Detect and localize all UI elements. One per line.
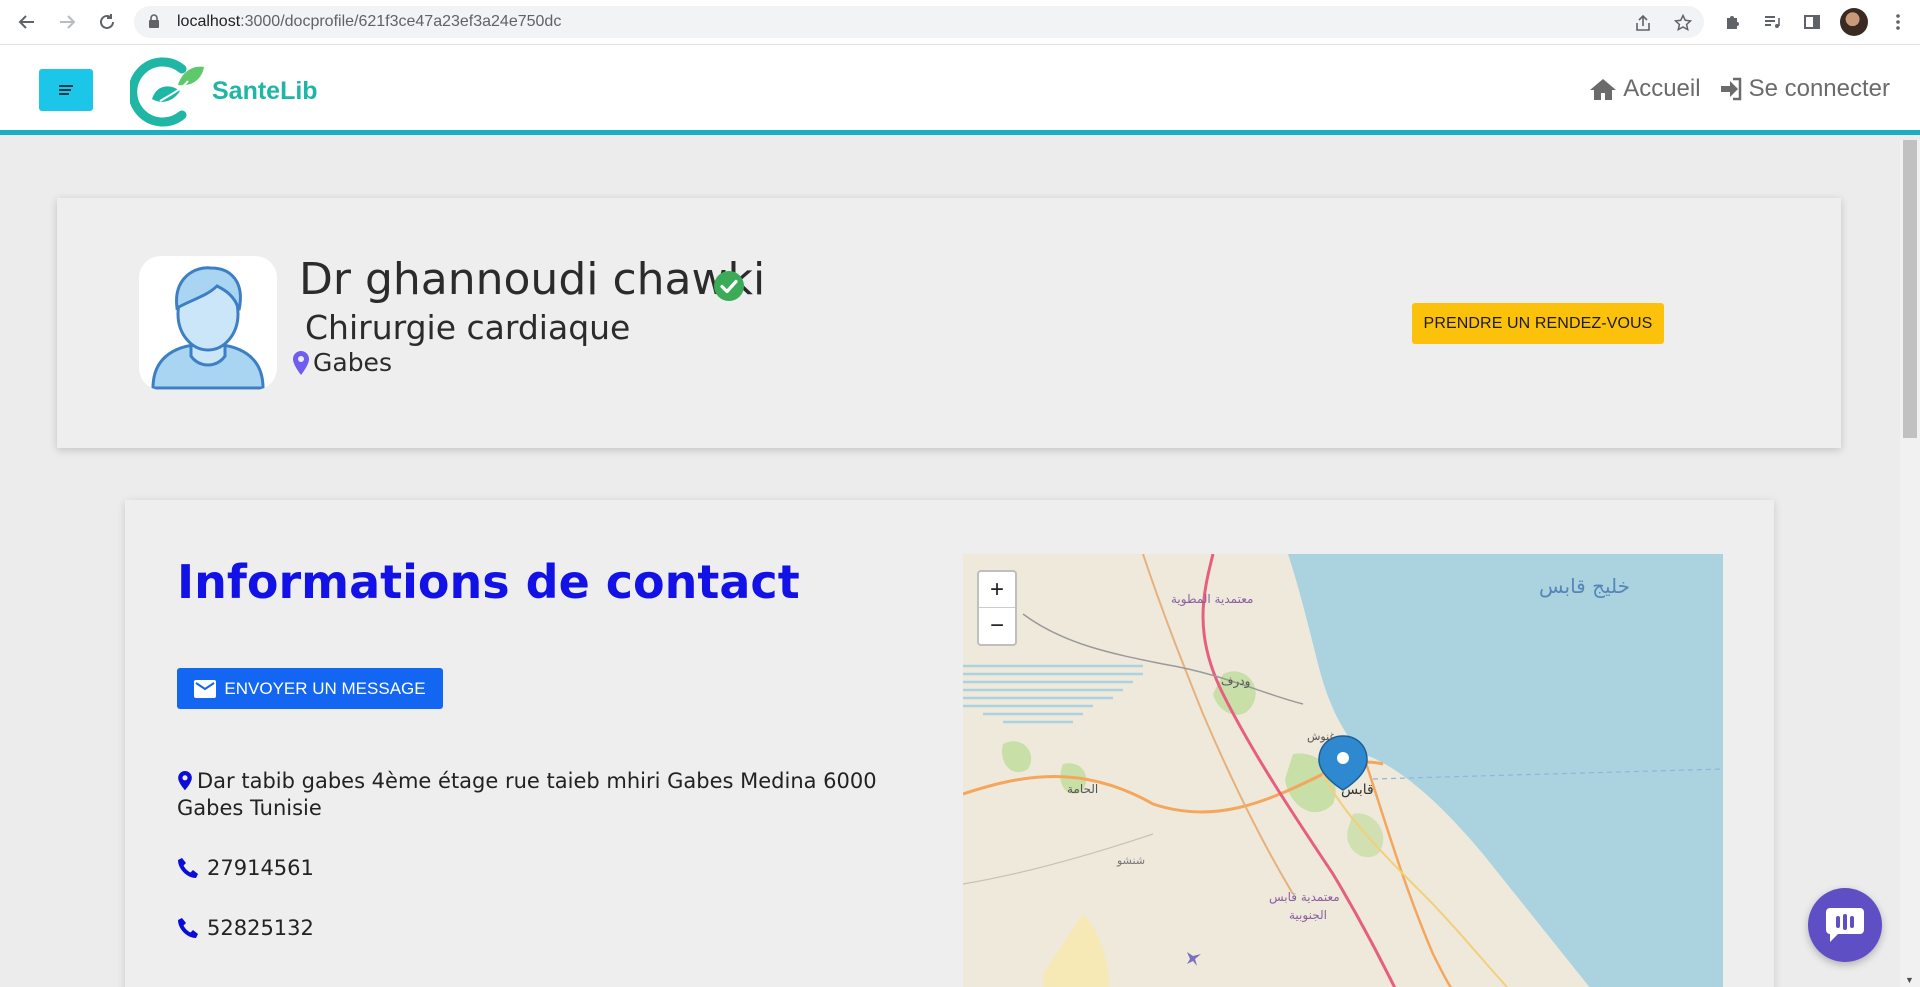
doctor-profile-card: Dr ghannoudi chawki Chirurgie cardiaque … bbox=[57, 198, 1841, 448]
media-icon[interactable] bbox=[1760, 10, 1784, 34]
location-map[interactable]: خليج قابس معتمدية المطوية ودرف غنوش قابس… bbox=[963, 554, 1723, 987]
doctor-name: Dr ghannoudi chawki bbox=[299, 254, 766, 305]
menu-icon bbox=[59, 83, 73, 97]
nav-accueil[interactable]: Accueil bbox=[1589, 75, 1701, 103]
address-bar[interactable]: localhost:3000/docprofile/621f3ce47a23ef… bbox=[134, 6, 1704, 38]
profile-avatar[interactable] bbox=[1840, 8, 1868, 36]
doctor-city: Gabes bbox=[293, 348, 392, 377]
contact-address: Dar tabib gabes 4ème étage rue taieb mhi… bbox=[177, 768, 897, 822]
nav-se-connecter-label: Se connecter bbox=[1748, 75, 1890, 102]
lock-icon bbox=[149, 14, 159, 28]
phone-line-2[interactable]: 52825132 bbox=[177, 916, 314, 940]
map-label-gabes: قابس bbox=[1341, 782, 1374, 798]
logo-text: SanteLib bbox=[212, 77, 318, 105]
contact-address-text: Dar tabib gabes 4ème étage rue taieb mhi… bbox=[177, 769, 877, 820]
share-icon[interactable] bbox=[1632, 12, 1654, 34]
home-icon bbox=[1590, 79, 1617, 100]
page-scrollbar[interactable]: ▼ bbox=[1900, 140, 1920, 987]
bookmark-star-icon[interactable] bbox=[1672, 12, 1694, 34]
verified-check-icon bbox=[714, 271, 744, 301]
more-icon[interactable] bbox=[1886, 10, 1910, 34]
menu-toggle-button[interactable] bbox=[39, 69, 93, 111]
doctor-avatar-icon bbox=[151, 266, 265, 390]
browser-toolbar: localhost:3000/docprofile/621f3ce47a23ef… bbox=[0, 0, 1920, 45]
phone-icon bbox=[178, 918, 198, 938]
scrollbar-thumb[interactable] bbox=[1903, 140, 1917, 438]
zoom-in-button[interactable]: + bbox=[979, 572, 1015, 608]
reload-icon[interactable] bbox=[94, 9, 120, 35]
santelib-logo-icon bbox=[130, 57, 204, 127]
map-label-hamma: الحامة bbox=[1067, 782, 1099, 796]
location-pin-icon bbox=[293, 350, 309, 375]
map-label-gabes-south: معتمدية قابس bbox=[1269, 890, 1340, 904]
back-icon[interactable] bbox=[14, 9, 40, 35]
scroll-down-icon[interactable]: ▼ bbox=[1905, 975, 1914, 985]
doctor-city-label: Gabes bbox=[313, 348, 392, 377]
doctor-avatar bbox=[139, 256, 277, 390]
zoom-out-button[interactable]: − bbox=[979, 608, 1015, 644]
url-text: localhost:3000/docprofile/621f3ce47a23ef… bbox=[177, 13, 562, 30]
sign-in-icon bbox=[1720, 77, 1741, 101]
contact-title: Informations de contact bbox=[177, 555, 800, 609]
phone-icon bbox=[178, 858, 198, 878]
map-label-matmata: معتمدية المطوية bbox=[1171, 592, 1254, 606]
send-message-button[interactable]: ENVOYER UN MESSAGE bbox=[177, 668, 443, 709]
phone-number-1: 27914561 bbox=[207, 856, 314, 880]
map-label-chenini: شنشو bbox=[1117, 854, 1146, 867]
top-nav: Accueil Se connecter bbox=[1589, 75, 1890, 103]
send-message-label: ENVOYER UN MESSAGE bbox=[224, 678, 426, 698]
address-pin-icon bbox=[178, 771, 192, 791]
chat-icon bbox=[1826, 908, 1864, 942]
sidepanel-icon[interactable] bbox=[1800, 10, 1824, 34]
chat-widget-button[interactable] bbox=[1808, 888, 1882, 962]
phone-number-2: 52825132 bbox=[207, 916, 314, 940]
app-header: SanteLib Accueil Se connecter bbox=[0, 45, 1920, 135]
map-label-gabes-south-2: الجنوبية bbox=[1289, 908, 1327, 922]
map-label-ouedref: ودرف bbox=[1221, 674, 1251, 688]
extensions-icon[interactable] bbox=[1720, 10, 1744, 34]
map-label-gulf: خليج قابس bbox=[1539, 574, 1631, 598]
nav-se-connecter[interactable]: Se connecter bbox=[1719, 75, 1890, 103]
nav-accueil-label: Accueil bbox=[1623, 75, 1701, 102]
book-appointment-button[interactable]: PRENDRE UN RENDEZ-VOUS bbox=[1412, 303, 1664, 344]
doctor-specialty: Chirurgie cardiaque bbox=[305, 308, 631, 347]
contact-info-card: Informations de contact ENVOYER UN MESSA… bbox=[125, 500, 1774, 987]
phone-line-1[interactable]: 27914561 bbox=[177, 856, 314, 880]
map-tiles bbox=[963, 554, 1723, 987]
map-zoom-control: + − bbox=[977, 570, 1017, 646]
map-label-ghannouch: غنوش bbox=[1307, 730, 1336, 743]
forward-icon[interactable] bbox=[54, 9, 80, 35]
mail-icon bbox=[194, 679, 217, 698]
